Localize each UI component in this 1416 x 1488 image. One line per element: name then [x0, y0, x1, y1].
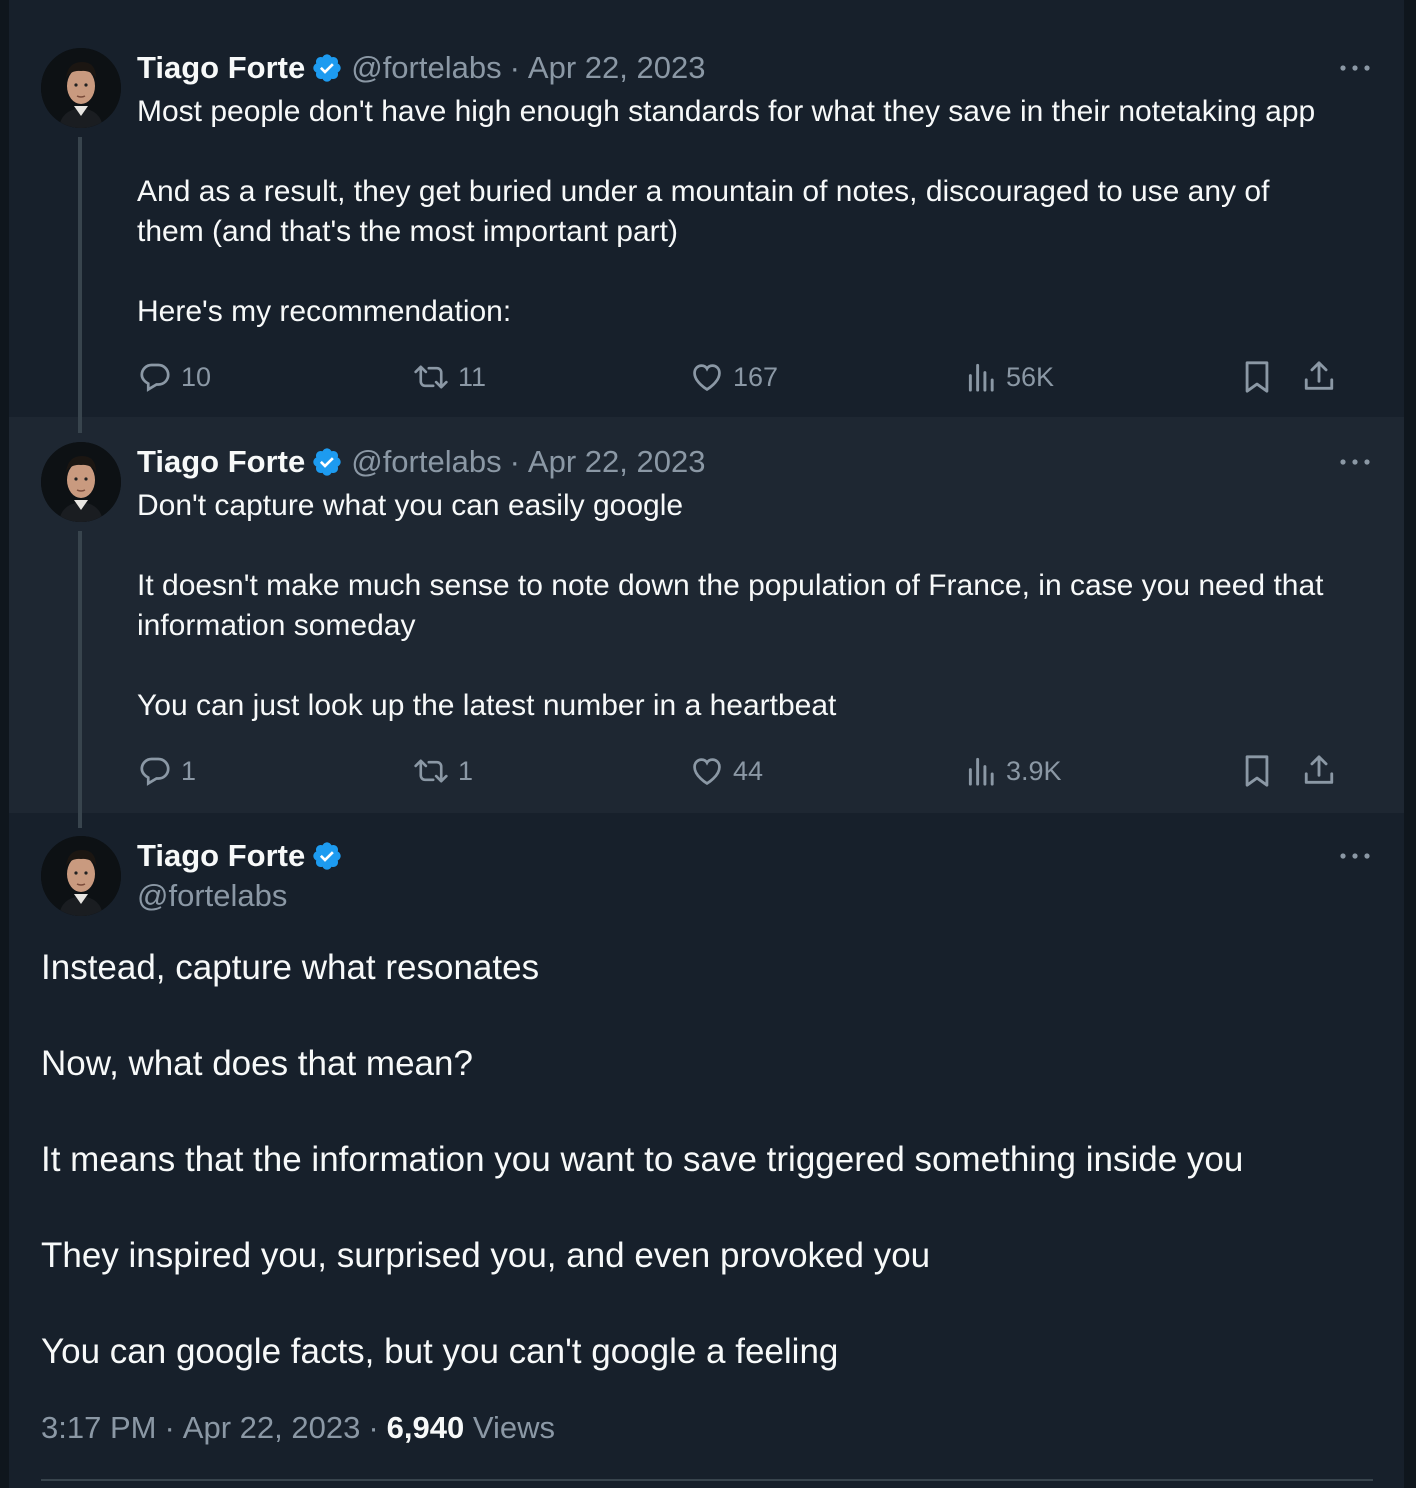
- views-count: 56K: [1006, 361, 1055, 392]
- tweet-text-line: Don't capture what you can easily google: [137, 489, 684, 522]
- analytics-icon: [968, 363, 994, 392]
- retweet-count: 1: [458, 755, 474, 786]
- reply-icon: [140, 363, 170, 392]
- reply-count: 1: [181, 755, 197, 786]
- views-label: Views: [472, 1410, 555, 1445]
- like-button[interactable]: 167: [689, 357, 778, 397]
- author-name[interactable]: Tiago Forte: [137, 838, 305, 873]
- heart-icon: [693, 364, 721, 392]
- thread-connector: [78, 531, 82, 828]
- separator: ·: [509, 50, 520, 85]
- tweet-date[interactable]: Apr 22, 2023: [528, 444, 706, 479]
- more-icon[interactable]: [1338, 452, 1372, 472]
- bookmark-button[interactable]: [1240, 357, 1274, 397]
- author-handle[interactable]: @fortelabs: [351, 444, 501, 479]
- verified-icon: [311, 52, 343, 84]
- bookmark-icon: [1245, 361, 1269, 393]
- tweet-date[interactable]: Apr 22, 2023: [528, 50, 706, 85]
- separator: ·: [509, 444, 520, 479]
- main-tweet-paragraph: You can google facts, but you can't goog…: [41, 1332, 839, 1371]
- tweet-date[interactable]: Apr 22, 2023: [183, 1410, 361, 1445]
- verified-icon: [311, 840, 343, 872]
- retweet-icon: [414, 759, 448, 783]
- tweet-text-line: Here's my recommendation:: [137, 295, 512, 328]
- views-count: 6,940: [386, 1410, 465, 1445]
- tweet-header: Tiago Forte @fortelabs · Apr 22, 2023: [137, 50, 705, 86]
- divider: [41, 1479, 1373, 1481]
- reply-count: 10: [181, 361, 212, 392]
- like-count: 167: [733, 361, 779, 392]
- tweet-text-line: It doesn't make much sense to note down …: [137, 569, 1324, 602]
- views-count: 3.9K: [1006, 755, 1062, 786]
- avatar[interactable]: [41, 836, 121, 916]
- like-count: 44: [733, 755, 764, 786]
- tweet-text-line: them (and that's the most important part…: [137, 215, 678, 248]
- verified-icon: [311, 446, 343, 478]
- author-handle[interactable]: @fortelabs: [351, 50, 501, 85]
- main-tweet-meta: 3:17 PM · Apr 22, 2023 · 6,940 Views: [41, 1410, 555, 1446]
- tweet-text-line: You can just look up the latest number i…: [137, 689, 837, 722]
- tweet-text-line: information someday: [137, 609, 416, 642]
- share-button[interactable]: [1302, 751, 1336, 791]
- avatar[interactable]: [41, 48, 121, 128]
- main-tweet-paragraph: They inspired you, surprised you, and ev…: [41, 1236, 931, 1275]
- more-icon[interactable]: [1338, 846, 1372, 866]
- author-name[interactable]: Tiago Forte: [137, 444, 305, 479]
- bookmark-button[interactable]: [1240, 751, 1274, 791]
- tweet-time[interactable]: 3:17 PM: [41, 1410, 156, 1445]
- bookmark-icon: [1245, 755, 1269, 787]
- author-handle-row: @fortelabs: [137, 878, 287, 914]
- tweet-text-line: Most people don't have high enough stand…: [137, 95, 1316, 128]
- author-handle[interactable]: @fortelabs: [137, 878, 287, 913]
- separator: ·: [164, 1410, 175, 1445]
- main-tweet-paragraph: Now, what does that mean?: [41, 1044, 473, 1083]
- tweet-header: Tiago Forte @fortelabs · Apr 22, 2023: [137, 444, 705, 480]
- main-tweet-author: Tiago Forte: [137, 838, 351, 874]
- retweet-button[interactable]: 1: [412, 751, 473, 791]
- author-name[interactable]: Tiago Forte: [137, 50, 305, 85]
- heart-icon: [693, 758, 721, 786]
- retweet-button[interactable]: 11: [412, 357, 486, 397]
- reply-icon: [140, 757, 170, 786]
- main-tweet-paragraph: It means that the information you want t…: [41, 1140, 1244, 1179]
- reply-button[interactable]: 10: [137, 357, 211, 397]
- like-button[interactable]: 44: [689, 751, 763, 791]
- views-button[interactable]: 3.9K: [966, 751, 1062, 791]
- more-icon[interactable]: [1338, 58, 1372, 78]
- share-icon: [1304, 361, 1334, 390]
- reply-button[interactable]: 1: [137, 751, 196, 791]
- tweet-text-line: And as a result, they get buried under a…: [137, 175, 1270, 208]
- analytics-icon: [968, 757, 994, 786]
- retweet-count: 11: [458, 361, 487, 392]
- share-icon: [1304, 755, 1334, 784]
- avatar[interactable]: [41, 442, 121, 522]
- share-button[interactable]: [1302, 357, 1336, 397]
- retweet-icon: [414, 365, 448, 389]
- main-tweet-paragraph: Instead, capture what resonates: [41, 948, 540, 987]
- separator: ·: [368, 1410, 379, 1445]
- thread-connector: [78, 137, 82, 433]
- views-button[interactable]: 56K: [966, 357, 1054, 397]
